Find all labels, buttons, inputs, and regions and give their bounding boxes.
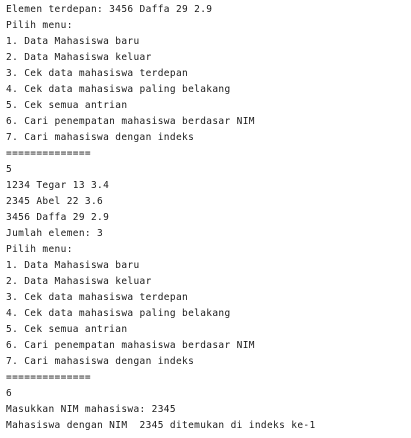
menu-option-6: 6. Cari penempatan mahasiswa berdasar NI…: [6, 116, 255, 127]
queue-row: 2345 Abel 22 3.6: [6, 196, 104, 207]
menu-option-3: 3. Cek data mahasiswa terdepan: [6, 292, 189, 303]
menu-option-7: 7. Cari mahasiswa dengan indeks: [6, 132, 195, 143]
menu-option-2: 2. Data Mahasiswa keluar: [6, 52, 152, 63]
menu-option-5: 5. Cek semua antrian: [6, 324, 128, 335]
console-output[interactable]: Elemen terdepan: 3456 Daffa 29 2.9 Pilih…: [0, 0, 411, 438]
menu-option-6: 6. Cari penempatan mahasiswa berdasar NI…: [6, 340, 255, 351]
queue-row: 1234 Tegar 13 3.4: [6, 180, 110, 191]
menu-option-2: 2. Data Mahasiswa keluar: [6, 276, 152, 287]
menu-separator: ==============: [6, 148, 91, 159]
search-result: Mahasiswa dengan NIM 2345 ditemukan di i…: [6, 420, 316, 431]
menu-prompt: Pilih menu:: [6, 244, 73, 255]
menu-prompt: Pilih menu:: [6, 20, 73, 31]
element-count: Jumlah elemen: 3: [6, 228, 104, 239]
queue-row: 3456 Daffa 29 2.9: [6, 212, 110, 223]
menu-option-1: 1. Data Mahasiswa baru: [6, 260, 140, 271]
menu-option-5: 5. Cek semua antrian: [6, 100, 128, 111]
user-input-choice: 5: [6, 164, 13, 175]
nim-input-prompt: Masukkan NIM mahasiswa: 2345: [6, 404, 176, 415]
menu-option-3: 3. Cek data mahasiswa terdepan: [6, 68, 189, 79]
output-line-front-element: Elemen terdepan: 3456 Daffa 29 2.9: [6, 4, 213, 15]
menu-separator: ==============: [6, 372, 91, 383]
menu-option-7: 7. Cari mahasiswa dengan indeks: [6, 356, 195, 367]
menu-option-1: 1. Data Mahasiswa baru: [6, 36, 140, 47]
menu-option-4: 4. Cek data mahasiswa paling belakang: [6, 84, 231, 95]
menu-option-4: 4. Cek data mahasiswa paling belakang: [6, 308, 231, 319]
user-input-choice: 6: [6, 388, 13, 399]
